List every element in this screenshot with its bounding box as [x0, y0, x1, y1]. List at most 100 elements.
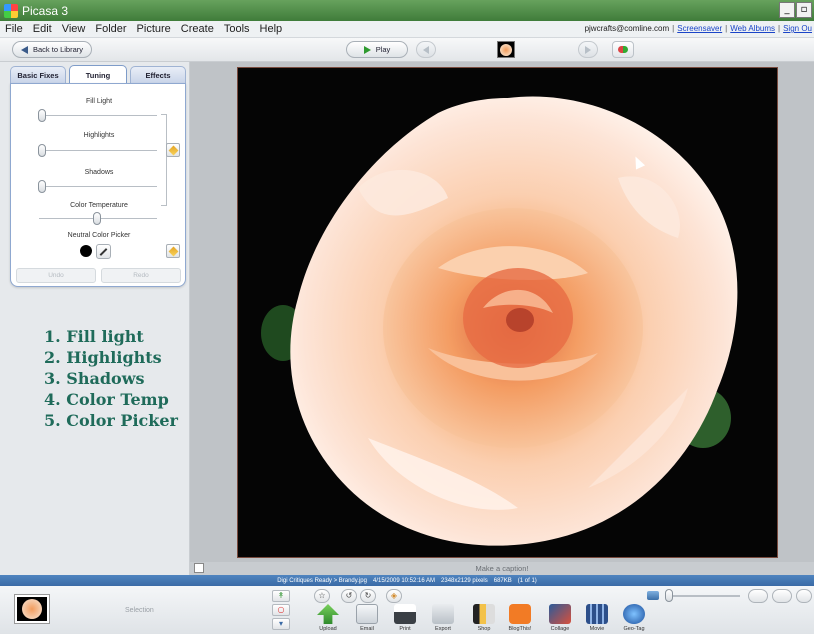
- blogthis-button[interactable]: BlogThis!: [500, 604, 540, 632]
- photo-tray: Selection ↟ ○ ▾ ☆ ↺ ↻ ◈ Upload Email Pri…: [0, 586, 814, 634]
- menu-folder[interactable]: Folder: [90, 23, 131, 35]
- people-tag-button[interactable]: [612, 41, 634, 58]
- hold-pin-button[interactable]: ↟: [272, 590, 290, 602]
- clear-tray-button[interactable]: ○: [272, 604, 290, 616]
- annotation-item: 3. Shadows: [44, 369, 145, 388]
- web-albums-link[interactable]: Web Albums: [730, 24, 775, 33]
- menu-create[interactable]: Create: [176, 23, 219, 35]
- menu-tools[interactable]: Tools: [219, 23, 255, 35]
- tray-thumbnail[interactable]: [14, 594, 50, 624]
- movie-button[interactable]: Movie: [577, 604, 617, 632]
- menu-bar: File Edit View Folder Picture Create Too…: [0, 21, 814, 38]
- menu-file[interactable]: File: [0, 23, 28, 35]
- collage-button[interactable]: Collage: [540, 604, 580, 632]
- play-label: Play: [375, 45, 391, 54]
- menu-help[interactable]: Help: [255, 23, 288, 35]
- rotate-left-button[interactable]: ↺: [341, 589, 357, 603]
- rose-image: [261, 96, 738, 546]
- menu-edit[interactable]: Edit: [28, 23, 57, 35]
- back-to-library-button[interactable]: Back to Library: [12, 41, 92, 58]
- printer-icon: [394, 604, 416, 624]
- rose-photo[interactable]: [237, 67, 778, 558]
- picasa-window: Picasa 3 _ ▫ File Edit View Folder Pictu…: [0, 0, 814, 634]
- shop-label: Shop: [477, 626, 491, 632]
- thumbnail-size-slider[interactable]: [665, 589, 673, 602]
- tab-effects[interactable]: Effects: [130, 66, 186, 84]
- fill-light-track[interactable]: [39, 115, 157, 117]
- add-to-album-button[interactable]: ▾: [272, 618, 290, 630]
- view-single-button[interactable]: [748, 589, 768, 603]
- screensaver-link[interactable]: Screensaver: [677, 24, 722, 33]
- collage-icon: [549, 604, 571, 624]
- email-icon: [356, 604, 378, 624]
- auto-color-button[interactable]: [166, 244, 180, 258]
- color-picker-button[interactable]: [96, 244, 111, 259]
- separator: |: [778, 24, 781, 33]
- thumbnail-size-track[interactable]: [668, 595, 740, 597]
- edit-tabs: Basic Fixes Tuning Effects: [10, 65, 186, 85]
- upload-label: Upload: [319, 626, 337, 632]
- back-label: Back to Library: [32, 45, 84, 54]
- fill-light-slider[interactable]: [38, 109, 46, 122]
- shop-button[interactable]: Shop: [464, 604, 504, 632]
- annotation-item: 5. Color Picker: [44, 411, 178, 430]
- auto-contrast-button[interactable]: [166, 143, 180, 157]
- play-button[interactable]: Play: [346, 41, 408, 58]
- edit-panel: Basic Fixes Tuning Effects Fill Light Hi…: [0, 62, 190, 575]
- window-controls: _ ▫: [779, 2, 812, 18]
- tab-basic-fixes[interactable]: Basic Fixes: [10, 66, 66, 84]
- undo-button[interactable]: Undo: [16, 268, 96, 283]
- upload-button[interactable]: Upload: [308, 604, 348, 632]
- previous-photo-button[interactable]: [416, 41, 436, 58]
- highlights-slider[interactable]: [38, 144, 46, 157]
- title-bar: Picasa 3 _ ▫: [0, 0, 814, 21]
- highlights-track[interactable]: [39, 150, 157, 152]
- post-button[interactable]: ◈: [386, 589, 402, 603]
- tab-tuning[interactable]: Tuning: [69, 65, 127, 85]
- shadows-track[interactable]: [39, 186, 157, 188]
- next-photo-button[interactable]: [578, 41, 598, 58]
- globe-icon: [623, 604, 645, 624]
- menu-picture[interactable]: Picture: [132, 23, 176, 35]
- rose-thumbnail-icon: [500, 43, 512, 56]
- status-count: (1 of 1): [517, 577, 537, 584]
- menu-view[interactable]: View: [57, 23, 91, 35]
- view-split-button[interactable]: [772, 589, 792, 603]
- restore-button[interactable]: ▫: [796, 2, 812, 18]
- minimize-button[interactable]: _: [779, 2, 795, 18]
- rotate-right-button[interactable]: ↻: [360, 589, 376, 603]
- caption-input[interactable]: Make a caption!: [190, 564, 814, 573]
- annotation-item: 4. Color Temp: [44, 390, 169, 409]
- view-more-button[interactable]: [796, 589, 812, 603]
- annotation-list: 1. Fill light 2. Highlights 3. Shadows 4…: [44, 326, 178, 431]
- email-button[interactable]: Email: [347, 604, 387, 632]
- account-links: pjwcrafts@comline.com | Screensaver | We…: [585, 24, 812, 33]
- shop-icon: [473, 604, 495, 624]
- highlights-label: Highlights: [83, 132, 115, 139]
- status-dimensions: 2348x2129 pixels: [441, 577, 488, 584]
- film-icon: [586, 604, 608, 624]
- slider-group-bracket: [161, 114, 167, 206]
- next-arrow-icon: [585, 45, 591, 54]
- account-email: pjwcrafts@comline.com: [584, 24, 670, 33]
- status-date: 4/15/2009 10:52:16 AM: [372, 577, 436, 584]
- shadows-slider[interactable]: [38, 180, 46, 193]
- status-bar: Digi Critiques Ready > Brandy.jpg 4/15/2…: [0, 575, 814, 586]
- eyedropper-icon: [99, 247, 108, 256]
- color-temperature-slider[interactable]: [93, 212, 101, 225]
- neutral-color-swatch: [80, 245, 92, 257]
- previous-arrow-icon: [423, 45, 429, 54]
- arrow-left-icon: [20, 45, 28, 54]
- sign-out-link[interactable]: Sign Ou: [783, 24, 812, 33]
- star-button[interactable]: ☆: [314, 589, 330, 603]
- shadows-label: Shadows: [84, 169, 114, 176]
- print-button[interactable]: Print: [385, 604, 425, 632]
- email-label: Email: [360, 626, 374, 632]
- rose-thumbnail-icon: [22, 599, 42, 619]
- export-button[interactable]: Export: [423, 604, 463, 632]
- current-photo-thumbnail[interactable]: [497, 41, 515, 58]
- redo-button[interactable]: Redo: [101, 268, 181, 283]
- caption-icon[interactable]: [194, 563, 204, 573]
- photo-toolbar: Back to Library Play: [0, 38, 814, 62]
- geotag-button[interactable]: Geo-Tag: [614, 604, 654, 632]
